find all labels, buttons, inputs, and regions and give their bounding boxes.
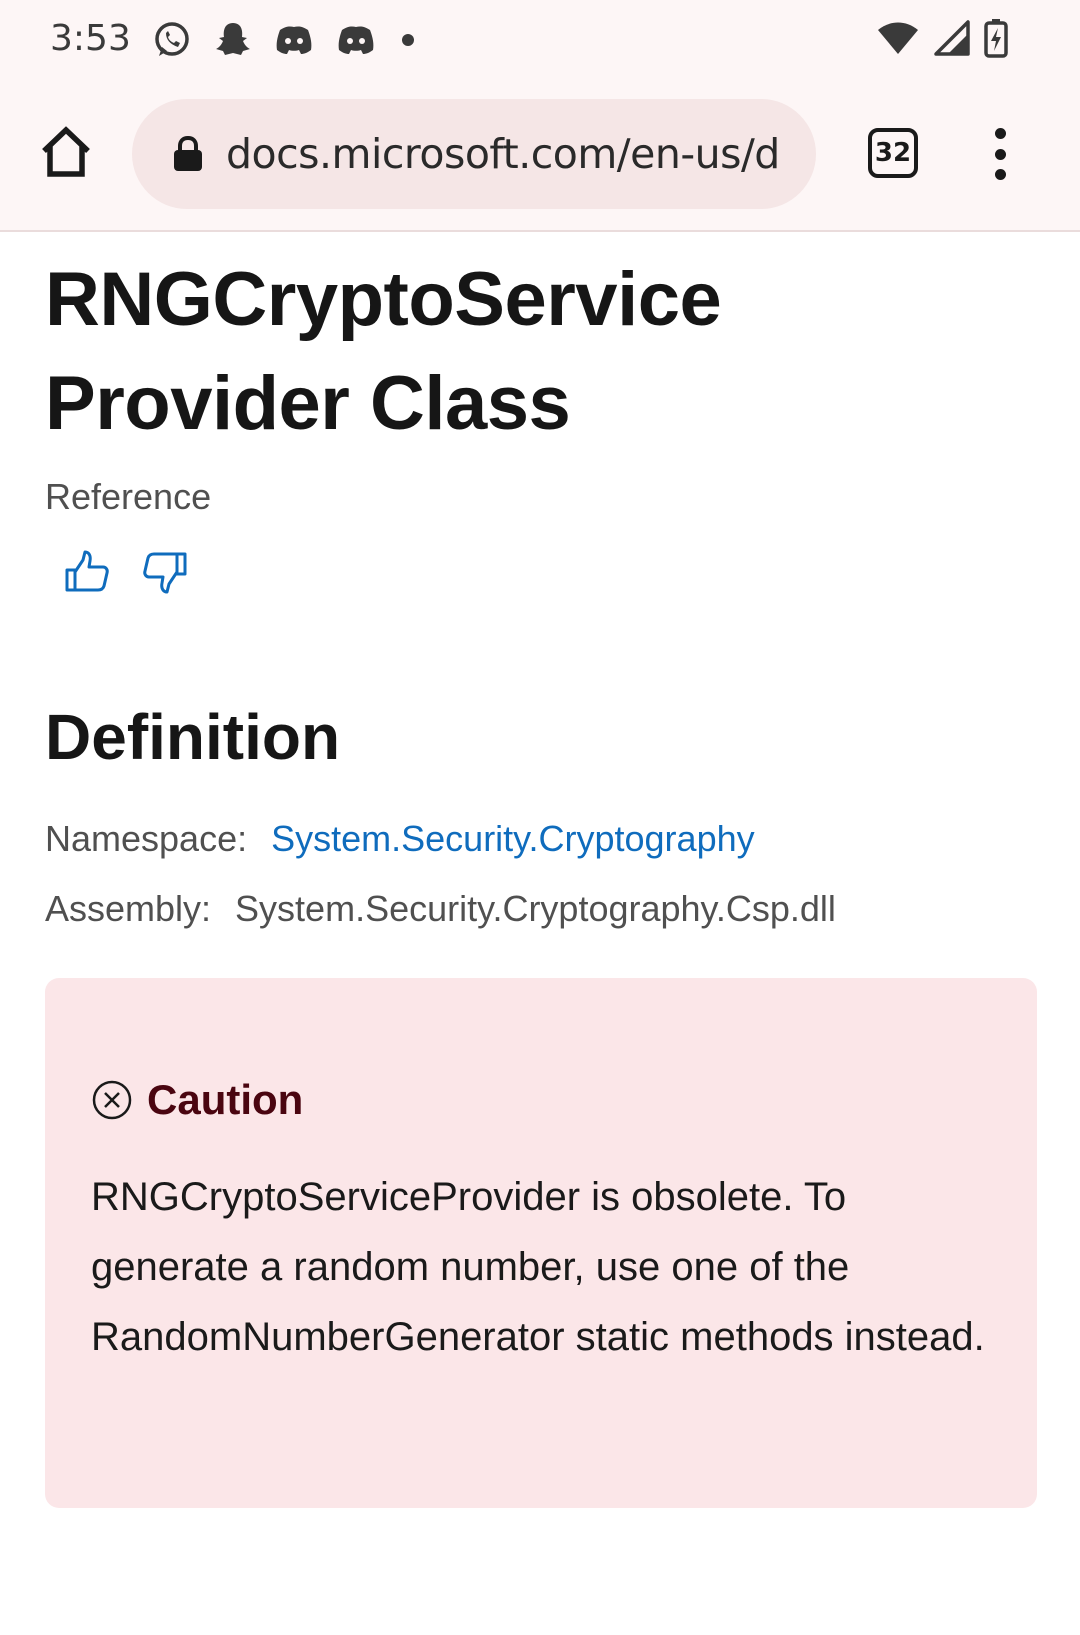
thumbs-up-icon (65, 550, 109, 592)
thumbs-down-icon (143, 552, 187, 594)
home-button[interactable] (36, 122, 96, 182)
cell-signal-icon (934, 19, 970, 61)
discord-icon (274, 22, 314, 58)
wifi-icon (876, 20, 920, 61)
assembly-label: Assembly: (45, 888, 212, 929)
thumbs-up-button[interactable] (63, 548, 111, 596)
page-subtitle: Reference (45, 476, 212, 517)
notification-dot-icon (398, 30, 418, 50)
browser-toolbar: docs.microsoft.com/en-us/d 32 (0, 82, 1080, 232)
snapchat-icon (214, 20, 252, 60)
namespace-link[interactable]: System.Security.Cryptography (271, 818, 755, 860)
url-text[interactable]: docs.microsoft.com/en-us/d (226, 130, 780, 178)
menu-dot (994, 148, 1006, 160)
lock-icon (172, 136, 204, 172)
caution-header: Caution (91, 1076, 991, 1124)
whatsapp-icon (152, 20, 192, 60)
page-title-line: RNGCryptoService (45, 257, 722, 342)
definition-heading: Definition (45, 701, 341, 773)
namespace-row: Namespace: System.Security.Cryptography (45, 818, 1037, 860)
caution-alert: Caution RNGCryptoServiceProvider is obso… (45, 978, 1037, 1508)
assembly-row: Assembly: System.Security.Cryptography.C… (45, 888, 1037, 930)
assembly-value: System.Security.Cryptography.Csp.dll (235, 888, 836, 929)
tab-switcher-button[interactable]: 32 (868, 128, 918, 178)
battery-charging-icon (984, 18, 1008, 63)
status-time: 3:53 (50, 18, 131, 59)
page-title: RNGCryptoService Provider Class (45, 248, 1037, 456)
error-circle-icon (91, 1079, 133, 1121)
page-title-line: Provider Class (45, 361, 571, 446)
status-bar: 3:53 (0, 0, 1080, 82)
feedback-buttons (63, 548, 1037, 596)
menu-dot (994, 169, 1006, 180)
menu-dot (994, 128, 1006, 139)
page-content: RNGCryptoService Provider Class Referenc… (45, 234, 1037, 1508)
namespace-label: Namespace: (45, 818, 248, 859)
address-bar[interactable]: docs.microsoft.com/en-us/d (132, 99, 816, 209)
discord-icon (336, 22, 376, 58)
system-icons (876, 18, 1008, 62)
thumbs-down-button[interactable] (141, 548, 189, 596)
notification-icons (152, 18, 418, 62)
caution-title: Caution (147, 1076, 304, 1123)
caution-text: RNGCryptoServiceProvider is obsolete. To… (91, 1175, 985, 1359)
overflow-menu-button[interactable] (985, 124, 1015, 184)
home-icon (42, 126, 90, 177)
